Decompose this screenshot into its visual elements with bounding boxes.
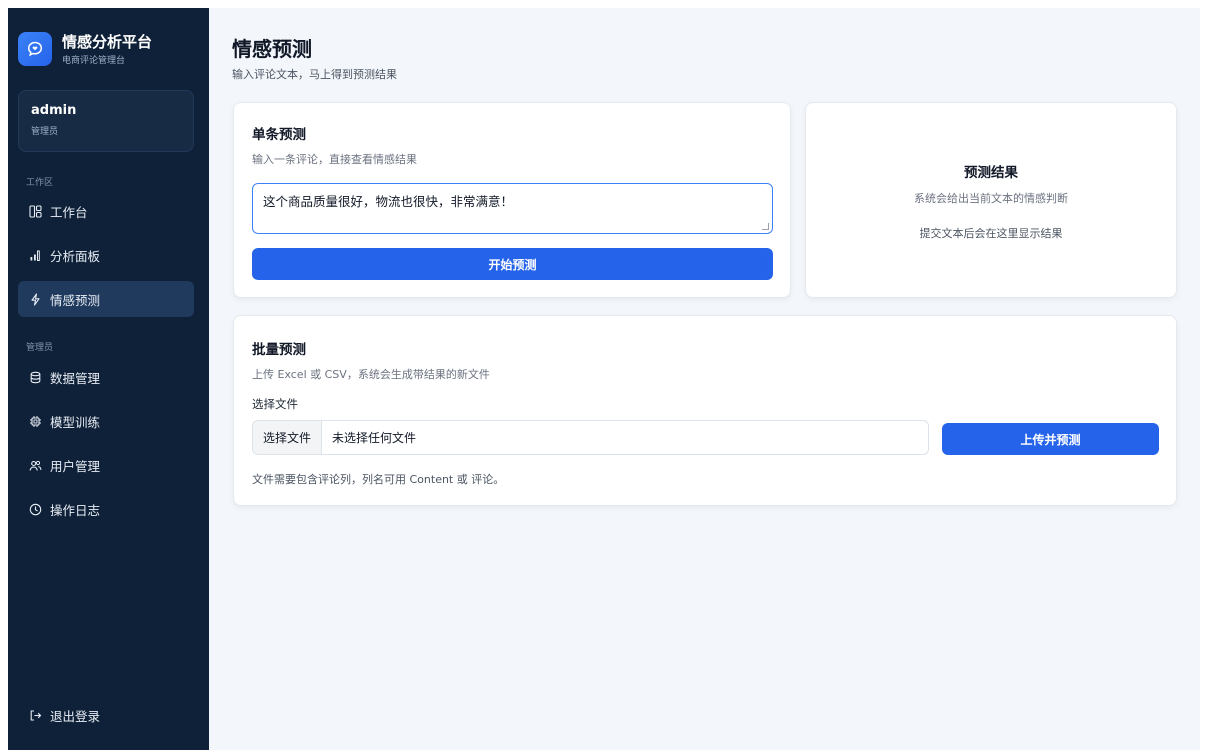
logout-label: 退出登录 bbox=[50, 708, 101, 724]
chip-icon bbox=[28, 414, 42, 428]
page-title: 情感预测 bbox=[232, 37, 312, 61]
brand: 情感分析平台 电商评论管理台 bbox=[18, 32, 152, 66]
single-predict-card: 单条预测 输入一条评论，直接查看情感结果 这个商品质量很好，物流也很快，非常满意… bbox=[233, 102, 791, 298]
sidebar-item-model-training[interactable]: 模型训练 bbox=[18, 403, 194, 439]
result-title: 预测结果 bbox=[964, 165, 1018, 181]
app-window: 情感分析平台 电商评论管理台 admin 管理员 工作区 工作台 分析面板 情感… bbox=[8, 8, 1200, 750]
dashboard-icon bbox=[28, 204, 42, 218]
section-label-admin: 管理员 bbox=[26, 343, 54, 353]
sidebar-item-data-management[interactable]: 数据管理 bbox=[18, 359, 194, 395]
single-predict-title: 单条预测 bbox=[252, 127, 306, 143]
batch-predict-subtitle: 上传 Excel 或 CSV，系统会生成带结果的新文件 bbox=[252, 368, 490, 381]
choose-file-button[interactable]: 选择文件 bbox=[253, 421, 323, 454]
brand-subtitle: 电商评论管理台 bbox=[62, 55, 126, 66]
file-status: 未选择任何文件 bbox=[332, 431, 417, 445]
sidebar-item-label: 情感预测 bbox=[50, 292, 101, 308]
sidebar: 情感分析平台 电商评论管理台 admin 管理员 工作区 工作台 分析面板 情感… bbox=[8, 8, 209, 750]
result-card: 预测结果 系统会给出当前文本的情感判断 提交文本后会在这里显示结果 bbox=[805, 102, 1177, 298]
database-icon bbox=[28, 370, 42, 384]
section-label-workspace: 工作区 bbox=[26, 178, 54, 188]
clock-icon bbox=[28, 502, 42, 516]
batch-predict-title: 批量预测 bbox=[252, 342, 306, 358]
users-icon bbox=[28, 458, 42, 472]
bar-chart-icon bbox=[28, 248, 42, 262]
sidebar-item-analysis[interactable]: 分析面板 bbox=[18, 237, 194, 273]
batch-predict-card: 批量预测 上传 Excel 或 CSV，系统会生成带结果的新文件 选择文件 选择… bbox=[233, 315, 1177, 506]
sidebar-item-label: 模型训练 bbox=[50, 414, 101, 430]
sidebar-item-label: 用户管理 bbox=[50, 458, 101, 474]
sidebar-item-label: 操作日志 bbox=[50, 502, 101, 518]
result-placeholder: 提交文本后会在这里显示结果 bbox=[919, 227, 1063, 240]
single-predict-subtitle: 输入一条评论，直接查看情感结果 bbox=[252, 153, 417, 166]
sidebar-item-sentiment-predict[interactable]: 情感预测 bbox=[18, 281, 194, 317]
page-subtitle: 输入评论文本，马上得到预测结果 bbox=[232, 68, 397, 81]
result-subtitle: 系统会给出当前文本的情感判断 bbox=[914, 192, 1068, 205]
file-input[interactable]: 选择文件 未选择任何文件 bbox=[252, 420, 929, 455]
user-name: admin bbox=[31, 103, 77, 118]
sidebar-item-label: 工作台 bbox=[50, 204, 88, 220]
user-card: admin 管理员 bbox=[18, 90, 194, 152]
sidebar-item-workbench[interactable]: 工作台 bbox=[18, 193, 194, 229]
sidebar-item-user-management[interactable]: 用户管理 bbox=[18, 447, 194, 483]
upload-predict-button[interactable]: 上传并预测 bbox=[942, 423, 1159, 455]
logout-button[interactable]: 退出登录 bbox=[18, 697, 194, 733]
user-role: 管理员 bbox=[31, 127, 59, 137]
lightning-icon bbox=[28, 292, 42, 306]
file-field-label: 选择文件 bbox=[252, 397, 298, 411]
start-predict-button[interactable]: 开始预测 bbox=[252, 248, 773, 280]
brand-title: 情感分析平台 bbox=[62, 32, 153, 51]
sidebar-item-operation-log[interactable]: 操作日志 bbox=[18, 491, 194, 527]
sidebar-item-label: 数据管理 bbox=[50, 370, 101, 386]
chat-heart-icon bbox=[18, 32, 52, 66]
comment-textarea[interactable]: 这个商品质量很好，物流也很快，非常满意！ bbox=[252, 183, 773, 234]
comment-text: 这个商品质量很好，物流也很快，非常满意！ bbox=[263, 194, 514, 209]
main-content: 情感预测 输入评论文本，马上得到预测结果 单条预测 输入一条评论，直接查看情感结… bbox=[209, 8, 1200, 750]
file-requirement-hint: 文件需要包含评论列，列名可用 Content 或 评论。 bbox=[252, 473, 505, 486]
sidebar-item-label: 分析面板 bbox=[50, 248, 101, 264]
logout-icon bbox=[28, 708, 42, 722]
resize-handle-icon[interactable] bbox=[762, 223, 769, 230]
